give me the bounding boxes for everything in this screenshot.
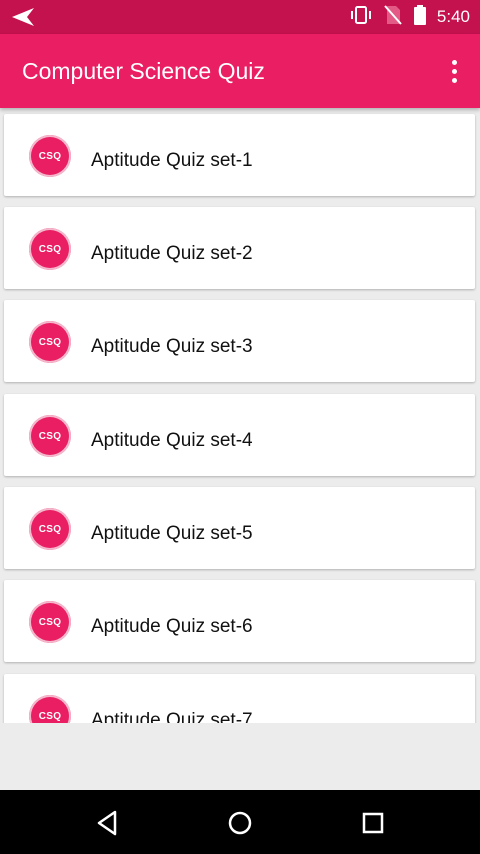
status-bar: 5:40	[0, 0, 480, 34]
status-time: 5:40	[436, 7, 470, 26]
recents-square-icon[interactable]	[358, 808, 388, 838]
quiz-item-label: Aptitude Quiz set-6	[91, 616, 253, 637]
quiz-item-set-5[interactable]: CSQ Aptitude Quiz set-5	[4, 487, 475, 569]
csq-logo-icon: CSQ	[29, 601, 71, 643]
home-circle-icon[interactable]	[225, 808, 255, 838]
navigation-bar	[0, 790, 480, 854]
csq-logo-icon: CSQ	[29, 228, 71, 270]
empty-area	[0, 723, 480, 790]
quiz-item-label: Aptitude Quiz set-3	[91, 336, 253, 357]
quiz-item-set-2[interactable]: CSQ Aptitude Quiz set-2	[4, 207, 475, 289]
quiz-list: CSQ Aptitude Quiz set-1 CSQ Aptitude Qui…	[0, 108, 480, 723]
app-title: Computer Science Quiz	[22, 58, 265, 84]
no-sim-icon	[383, 4, 403, 31]
quiz-item-set-3[interactable]: CSQ Aptitude Quiz set-3	[4, 300, 475, 382]
quiz-item-label: Aptitude Quiz set-4	[91, 430, 253, 451]
quiz-item-label: Aptitude Quiz set-7	[91, 710, 253, 723]
app-bar: Computer Science Quiz	[0, 34, 480, 108]
quiz-item-label: Aptitude Quiz set-1	[91, 150, 253, 171]
csq-logo-icon: CSQ	[29, 135, 71, 177]
vibrate-icon	[349, 4, 373, 31]
back-triangle-icon[interactable]	[93, 808, 123, 838]
csq-logo-icon: CSQ	[29, 508, 71, 550]
battery-icon	[413, 4, 427, 31]
quiz-item-label: Aptitude Quiz set-2	[91, 243, 253, 264]
quiz-item-set-6[interactable]: CSQ Aptitude Quiz set-6	[4, 580, 475, 662]
csq-logo-icon: CSQ	[29, 415, 71, 457]
csq-logo-icon: CSQ	[29, 695, 71, 723]
back-arrow-icon	[10, 6, 38, 33]
quiz-item-set-4[interactable]: CSQ Aptitude Quiz set-4	[4, 394, 475, 476]
quiz-item-set-1[interactable]: CSQ Aptitude Quiz set-1	[4, 114, 475, 196]
quiz-item-set-7[interactable]: CSQ Aptitude Quiz set-7	[4, 674, 475, 723]
csq-logo-icon: CSQ	[29, 321, 71, 363]
overflow-menu-icon[interactable]	[442, 54, 466, 88]
quiz-item-label: Aptitude Quiz set-5	[91, 523, 253, 544]
